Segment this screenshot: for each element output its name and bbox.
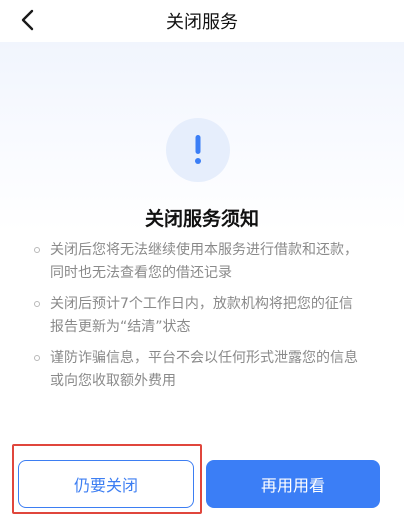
notice-list: 关闭后您将无法继续使用本服务进行借款和还款，同时也无法查看您的借还记录 关闭后预…: [34, 239, 364, 401]
alert-badge: [166, 118, 230, 182]
bullet-icon: [34, 247, 40, 253]
notice-heading: 关闭服务须知: [144, 208, 259, 230]
confirm-close-button[interactable]: 仍要关闭: [18, 460, 194, 508]
notice-item: 谨防诈骗信息，平台不会以任何形式泄露您的信息或向您收取额外费用: [34, 347, 364, 393]
page-title: 关闭服务: [166, 12, 238, 33]
nav-bar: 关闭服务: [0, 0, 404, 42]
bullet-icon: [34, 355, 40, 361]
notice-item-text: 关闭后您将无法继续使用本服务进行借款和还款，同时也无法查看您的借还记录: [50, 242, 358, 281]
notice-item: 关闭后您将无法继续使用本服务进行借款和还款，同时也无法查看您的借还记录: [34, 239, 364, 285]
notice-item: 关闭后预计7个工作日内，放款机构将把您的征信报告更新为“结清”状态: [34, 293, 364, 339]
bullet-icon: [34, 301, 40, 307]
notice-item-text: 谨防诈骗信息，平台不会以任何形式泄露您的信息或向您收取额外费用: [50, 350, 358, 389]
exclamation-icon: [195, 135, 201, 164]
main-content: 关闭服务须知 关闭后您将无法继续使用本服务进行借款和还款，同时也无法查看您的借还…: [0, 42, 404, 521]
keep-using-button[interactable]: 再用用看: [206, 460, 380, 508]
notice-item-text: 关闭后预计7个工作日内，放款机构将把您的征信报告更新为“结清”状态: [50, 296, 353, 335]
